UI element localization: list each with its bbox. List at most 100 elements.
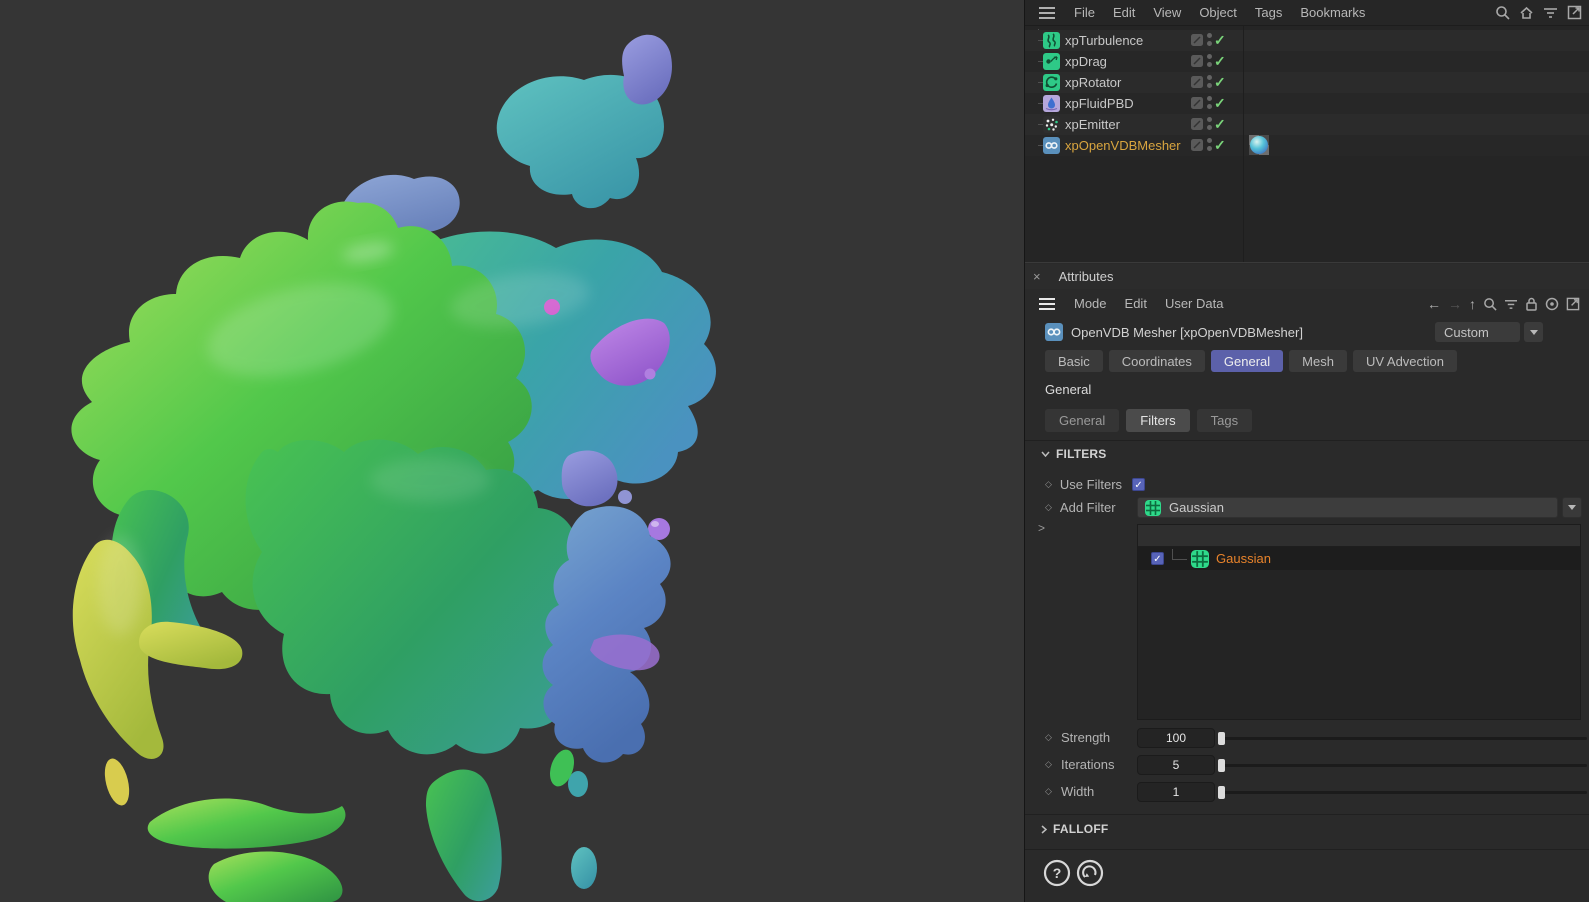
subtab-tags[interactable]: Tags <box>1196 409 1253 432</box>
enabled-check-icon[interactable]: ✓ <box>1214 137 1226 154</box>
object-row-xprotator[interactable]: xpRotator ✓ <box>1025 72 1589 93</box>
filters-group-title: FILTERS <box>1056 447 1107 461</box>
forward-icon[interactable]: → <box>1448 297 1462 311</box>
layer-toggle-icon[interactable] <box>1191 55 1203 67</box>
filter-enabled-checkbox[interactable]: ✓ <box>1151 552 1164 565</box>
filter-icon[interactable] <box>1504 298 1518 310</box>
filters-group-header[interactable]: FILTERS <box>1041 447 1107 461</box>
attributes-titlebar[interactable]: × Attributes <box>1025 264 1589 289</box>
object-name-selected[interactable]: xpOpenVDBMesher <box>1065 138 1181 153</box>
param-diamond-icon: ◇ <box>1045 759 1052 769</box>
back-icon[interactable]: ← <box>1427 297 1441 311</box>
layer-toggle-icon[interactable] <box>1191 139 1203 151</box>
menu-icon[interactable] <box>1039 297 1055 310</box>
fluid-icon[interactable] <box>1043 95 1060 112</box>
menu-edit[interactable]: Edit <box>1104 5 1144 20</box>
object-row-xpfluidpbd[interactable]: xpFluidPBD ✓ <box>1025 93 1589 114</box>
layer-toggle-icon[interactable] <box>1191 76 1203 88</box>
menu-view[interactable]: View <box>1144 5 1190 20</box>
openvdb-mesher-icon[interactable] <box>1043 137 1060 154</box>
menu-mode[interactable]: Mode <box>1065 296 1116 311</box>
preset-dropdown[interactable]: Custom <box>1435 322 1520 342</box>
menu-user-data[interactable]: User Data <box>1156 296 1233 311</box>
visibility-dots[interactable] <box>1207 96 1212 110</box>
divider <box>1025 814 1589 815</box>
turbulence-icon[interactable] <box>1043 32 1060 49</box>
object-row-xpdrag[interactable]: xpDrag ✓ <box>1025 51 1589 72</box>
object-name[interactable]: xpFluidPBD <box>1065 96 1134 111</box>
enabled-check-icon[interactable]: ✓ <box>1214 32 1226 49</box>
object-row-xpopenvdbmesher[interactable]: xpOpenVDBMesher ✓ <box>1025 135 1589 156</box>
iterations-value-field[interactable]: 5 <box>1137 755 1215 775</box>
material-thumbnail[interactable] <box>1249 135 1269 155</box>
visibility-dots[interactable] <box>1207 117 1212 131</box>
rotator-icon[interactable] <box>1043 74 1060 91</box>
slider-handle[interactable] <box>1218 732 1225 745</box>
attributes-menubar: Mode Edit User Data ← → ↑ <box>1025 290 1589 317</box>
visibility-dots[interactable] <box>1207 54 1212 68</box>
slider-handle[interactable] <box>1218 759 1225 772</box>
home-icon[interactable] <box>1519 5 1534 20</box>
preset-dropdown-arrow[interactable] <box>1524 322 1543 342</box>
filter-list-header <box>1138 525 1580 547</box>
expander-icon[interactable]: > <box>1038 521 1045 535</box>
menu-object[interactable]: Object <box>1190 5 1246 20</box>
menu-tags[interactable]: Tags <box>1246 5 1291 20</box>
tab-basic[interactable]: Basic <box>1045 350 1103 372</box>
add-filter-combobox[interactable]: Gaussian <box>1137 497 1558 518</box>
add-filter-dropdown-arrow[interactable] <box>1562 497 1582 518</box>
strength-slider[interactable] <box>1218 732 1587 745</box>
lock-icon[interactable] <box>1525 297 1538 311</box>
object-name[interactable]: xpRotator <box>1065 75 1121 90</box>
enabled-check-icon[interactable]: ✓ <box>1214 74 1226 91</box>
width-slider[interactable] <box>1218 786 1587 799</box>
target-icon[interactable] <box>1545 297 1559 311</box>
object-name[interactable]: xpTurbulence <box>1065 33 1143 48</box>
tab-mesh[interactable]: Mesh <box>1289 350 1347 372</box>
up-icon[interactable]: ↑ <box>1469 297 1476 311</box>
menu-edit[interactable]: Edit <box>1116 296 1156 311</box>
layer-toggle-icon[interactable] <box>1191 97 1203 109</box>
drag-icon[interactable] <box>1043 53 1060 70</box>
emitter-icon[interactable] <box>1043 116 1060 133</box>
slider-handle[interactable] <box>1218 786 1225 799</box>
width-value-field[interactable]: 1 <box>1137 782 1215 802</box>
new-window-icon[interactable] <box>1567 5 1582 20</box>
subtab-general[interactable]: General <box>1045 409 1120 432</box>
search-icon[interactable] <box>1495 5 1510 20</box>
enabled-check-icon[interactable]: ✓ <box>1214 116 1226 133</box>
layer-toggle-icon[interactable] <box>1191 118 1203 130</box>
layer-toggle-icon[interactable] <box>1191 34 1203 46</box>
use-filters-checkbox[interactable]: ✓ <box>1132 478 1146 491</box>
object-name[interactable]: xpEmitter <box>1065 117 1120 132</box>
menu-bookmarks[interactable]: Bookmarks <box>1291 5 1374 20</box>
reset-icon[interactable] <box>1076 859 1104 887</box>
enabled-check-icon[interactable]: ✓ <box>1214 95 1226 112</box>
help-icon[interactable]: ? <box>1043 859 1071 887</box>
falloff-group-header[interactable]: FALLOFF <box>1041 822 1108 836</box>
object-name[interactable]: xpDrag <box>1065 54 1107 69</box>
object-manager: xpTurbulence ✓ xpDrag ✓ xpRotator ✓ xpFl… <box>1025 26 1589 262</box>
search-icon[interactable] <box>1483 297 1497 311</box>
close-icon[interactable]: × <box>1033 270 1041 283</box>
enabled-check-icon[interactable]: ✓ <box>1214 53 1226 70</box>
fluid-mesh-render <box>0 0 1024 902</box>
filter-icon[interactable] <box>1543 6 1558 19</box>
viewport-3d[interactable] <box>0 0 1024 902</box>
menu-icon[interactable] <box>1039 6 1055 19</box>
visibility-dots[interactable] <box>1207 138 1212 152</box>
tab-general[interactable]: General <box>1210 350 1284 372</box>
menu-file[interactable]: File <box>1065 5 1104 20</box>
filter-list-item-gaussian[interactable]: ✓ Gaussian <box>1138 547 1580 570</box>
visibility-dots[interactable] <box>1207 33 1212 47</box>
tab-uv-advection[interactable]: UV Advection <box>1352 350 1457 372</box>
object-row-xpturbulence[interactable]: xpTurbulence ✓ <box>1025 30 1589 51</box>
subtab-filters[interactable]: Filters <box>1126 409 1190 432</box>
new-window-icon[interactable] <box>1566 297 1580 311</box>
visibility-dots[interactable] <box>1207 75 1212 89</box>
filter-list[interactable]: ✓ Gaussian <box>1137 524 1581 720</box>
tab-coordinates[interactable]: Coordinates <box>1108 350 1205 372</box>
object-row-xpemitter[interactable]: xpEmitter ✓ <box>1025 114 1589 135</box>
strength-value-field[interactable]: 100 <box>1137 728 1215 748</box>
iterations-slider[interactable] <box>1218 759 1587 772</box>
